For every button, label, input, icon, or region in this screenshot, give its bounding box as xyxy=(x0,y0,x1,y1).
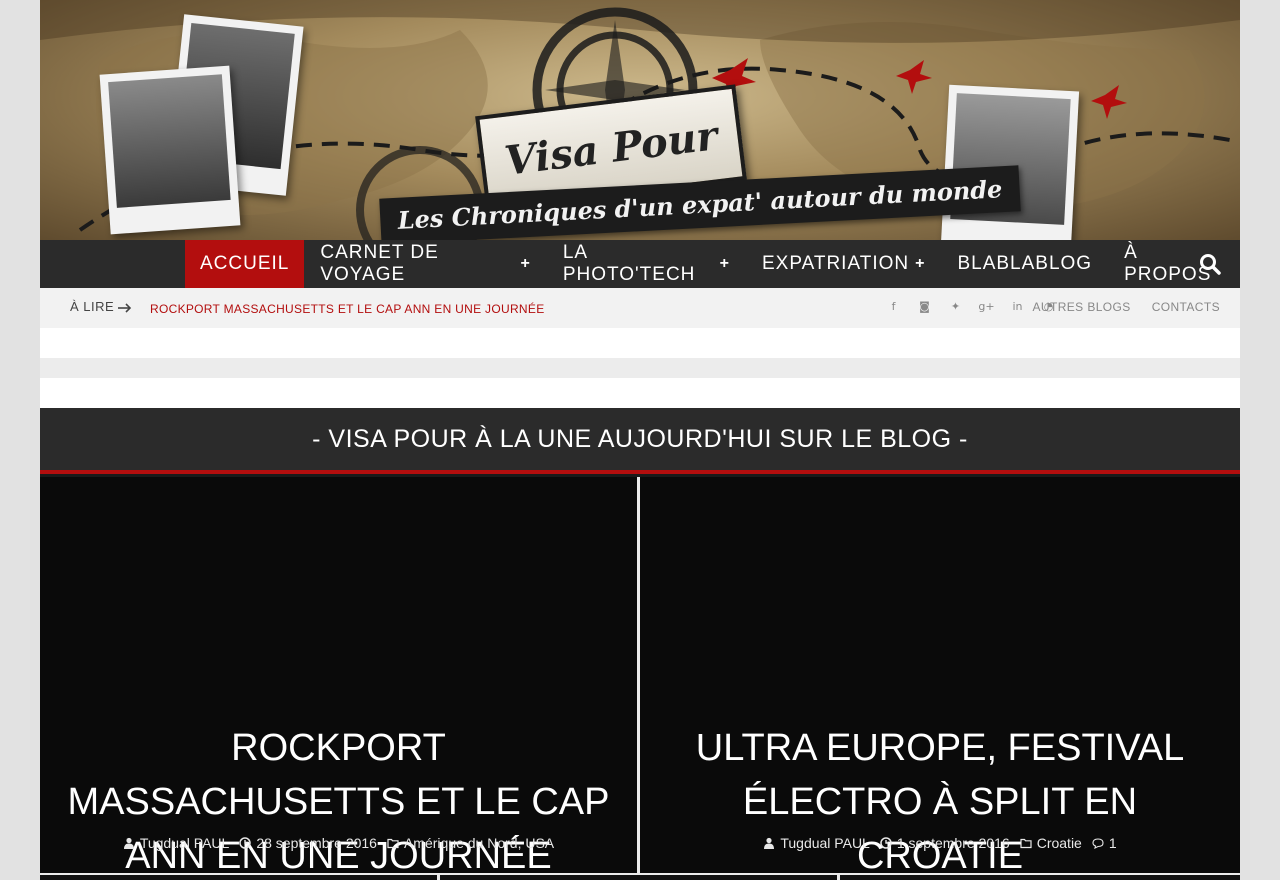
ticker-label: À LIRE xyxy=(70,299,115,314)
post-meta: Tugdual PAUL 1 septembre 2016 Croatie 1 xyxy=(640,835,1240,851)
news-ticker-bar: À LIRE ROCKPORT MASSACHUSETTS ET LE CAP … xyxy=(40,288,1240,328)
facebook-icon[interactable]: f xyxy=(878,300,909,313)
page-wrapper: Visa Pour Les Chroniques d'un expat' aut… xyxy=(40,0,1240,880)
nav-item-la-photo-tech[interactable]: LA PHOTO'TECH + xyxy=(547,240,746,288)
featured-post-card[interactable]: ULTRA EUROPE, FESTIVAL ÉLECTRO À SPLIT E… xyxy=(640,477,1240,877)
post-date: 28 septembre 2016 xyxy=(239,835,377,851)
nav-item-label: LA PHOTO'TECH xyxy=(562,242,696,285)
post-categories[interactable]: Croatie xyxy=(1020,835,1082,851)
ticker-headline-link[interactable]: ROCKPORT MASSACHUSETTS ET LE CAP ANN EN … xyxy=(150,302,545,316)
post-meta: Tugdual PAUL 28 septembre 2016 Amérique … xyxy=(40,835,637,851)
post-author-name: Tugdual PAUL xyxy=(139,835,230,851)
nav-item-label: CARNET DE VOYAGE xyxy=(320,242,439,285)
other-blogs-link[interactable]: AUTRES BLOGS xyxy=(1033,300,1131,314)
clock-icon xyxy=(239,837,252,849)
submenu-plus-icon: + xyxy=(915,255,926,272)
post-date-text: 1 septembre 2016 xyxy=(896,835,1010,851)
portrait-photo-man xyxy=(99,65,241,235)
nav-item-label: ACCUEIL xyxy=(200,253,290,274)
submenu-plus-icon: + xyxy=(719,255,730,272)
user-icon xyxy=(764,837,775,849)
user-icon xyxy=(123,837,134,849)
clock-icon xyxy=(880,837,892,849)
nav-item-expatriation[interactable]: EXPATRIATION + xyxy=(746,240,941,288)
post-comments-count: 1 xyxy=(1108,835,1117,851)
next-posts-separator xyxy=(40,873,1240,875)
post-comments[interactable]: 1 xyxy=(1092,835,1117,851)
nav-item-carnet-de-voyage[interactable]: CARNET DE VOYAGE + xyxy=(304,240,546,288)
next-posts-divider xyxy=(837,873,840,880)
linkedin-icon[interactable]: in xyxy=(1002,300,1033,313)
nav-item-blablablog[interactable]: BLABLABLOG xyxy=(941,240,1108,288)
folder-icon xyxy=(387,838,399,849)
main-nav-list: ACCUEIL CARNET DE VOYAGE + LA PHOTO'TECH + EX… xyxy=(185,240,1240,288)
featured-post-title[interactable]: ULTRA EUROPE, FESTIVAL ÉLECTRO À SPLIT E… xyxy=(660,721,1220,880)
post-categories-text: Amérique du Nord, USA xyxy=(403,835,555,851)
featured-post-title[interactable]: ROCKPORT MASSACHUSETTS ET LE CAP ANN EN … xyxy=(60,721,617,880)
post-categories-text: Croatie xyxy=(1036,835,1082,851)
nav-item-label: EXPATRIATION xyxy=(761,253,910,274)
spacer-band xyxy=(40,358,1240,378)
search-icon[interactable] xyxy=(1198,252,1222,276)
submenu-plus-icon: + xyxy=(520,255,531,272)
section-title: - VISA POUR À LA UNE AUJOURD'HUI SUR LE … xyxy=(40,408,1240,470)
post-author-name: Tugdual PAUL xyxy=(780,835,870,851)
main-navigation: ACCUEIL CARNET DE VOYAGE + LA PHOTO'TECH + EX… xyxy=(40,240,1240,288)
post-categories[interactable]: Amérique du Nord, USA xyxy=(387,835,554,851)
site-logo-text: Visa Pour xyxy=(502,111,720,185)
contacts-link[interactable]: CONTACTS xyxy=(1152,300,1220,314)
featured-post-card[interactable]: ROCKPORT MASSACHUSETTS ET LE CAP ANN EN … xyxy=(40,477,637,877)
folder-icon xyxy=(1020,838,1032,849)
google-plus-icon[interactable]: g+ xyxy=(971,300,1002,313)
post-date-text: 28 septembre 2016 xyxy=(256,835,377,851)
topbar-links: AUTRES BLOGS CONTACTS xyxy=(1033,300,1220,314)
long-arrow-right-icon xyxy=(118,303,132,313)
nav-item-label: BLABLABLOG xyxy=(957,253,1093,274)
next-posts-divider xyxy=(437,873,440,880)
header-banner[interactable]: Visa Pour Les Chroniques d'un expat' aut… xyxy=(40,0,1240,240)
instagram-icon[interactable]: ◙ xyxy=(909,300,940,313)
post-author[interactable]: Tugdual PAUL xyxy=(123,835,230,851)
post-date: 1 septembre 2016 xyxy=(880,835,1010,851)
comment-icon xyxy=(1092,838,1104,849)
twitter-icon[interactable]: ✦ xyxy=(940,300,971,313)
next-posts-row xyxy=(40,873,1240,880)
portrait-photo-child xyxy=(940,84,1080,240)
nav-item-accueil[interactable]: ACCUEIL xyxy=(185,240,305,288)
post-author[interactable]: Tugdual PAUL xyxy=(763,835,870,851)
